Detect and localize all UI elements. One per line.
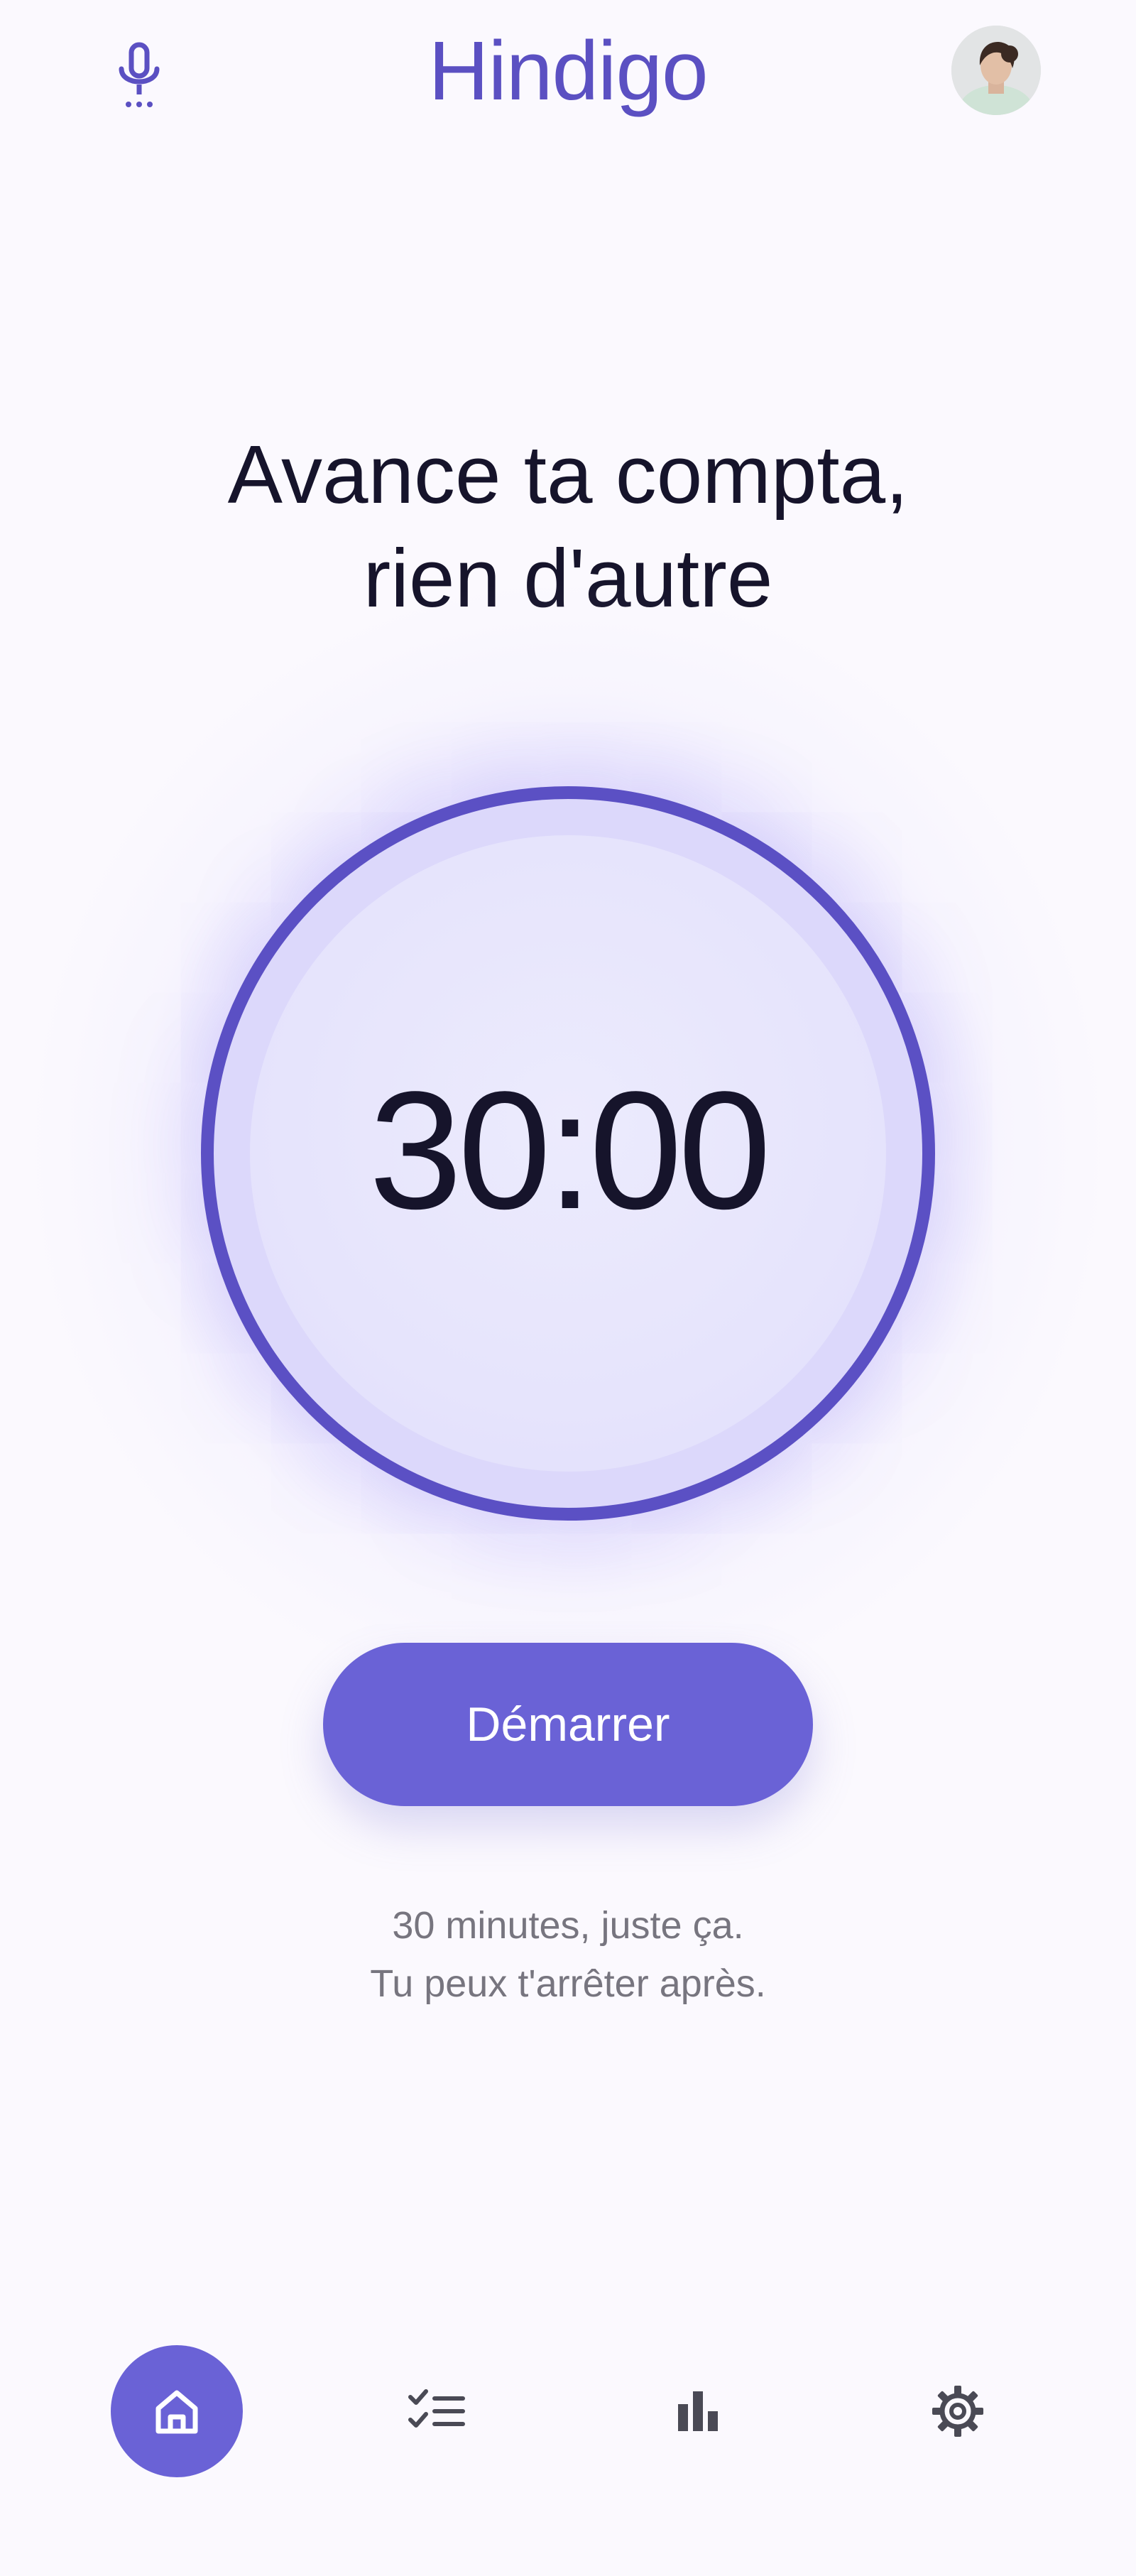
headline-line-1: Avance ta compta, bbox=[227, 428, 909, 521]
app-title: Hindigo bbox=[428, 24, 708, 118]
microphone-button[interactable] bbox=[105, 37, 173, 115]
nav-stats[interactable] bbox=[632, 2345, 764, 2477]
checklist-icon bbox=[408, 2389, 465, 2428]
timer-caption: 30 minutes, juste ça. Tu peux t'arrêter … bbox=[213, 1896, 923, 2013]
settings-gear-icon bbox=[932, 2386, 983, 2437]
start-button[interactable]: Démarrer bbox=[323, 1643, 813, 1806]
microphone-icon bbox=[119, 42, 160, 107]
bottom-nav bbox=[0, 2337, 1136, 2493]
user-avatar[interactable] bbox=[951, 26, 1041, 115]
timer-display: 30:00 bbox=[368, 1057, 772, 1244]
caption-line-2: Tu peux t'arrêter après. bbox=[370, 1962, 766, 2005]
nav-settings[interactable] bbox=[892, 2345, 1024, 2477]
top-bar: Hindigo bbox=[0, 0, 1136, 142]
home-icon bbox=[155, 2390, 198, 2434]
caption-line-1: 30 minutes, juste ça. bbox=[392, 1904, 744, 1947]
nav-tasks[interactable] bbox=[371, 2345, 503, 2477]
nav-home[interactable] bbox=[111, 2345, 243, 2477]
bar-chart-icon bbox=[678, 2391, 718, 2431]
avatar-portrait bbox=[951, 26, 1041, 115]
